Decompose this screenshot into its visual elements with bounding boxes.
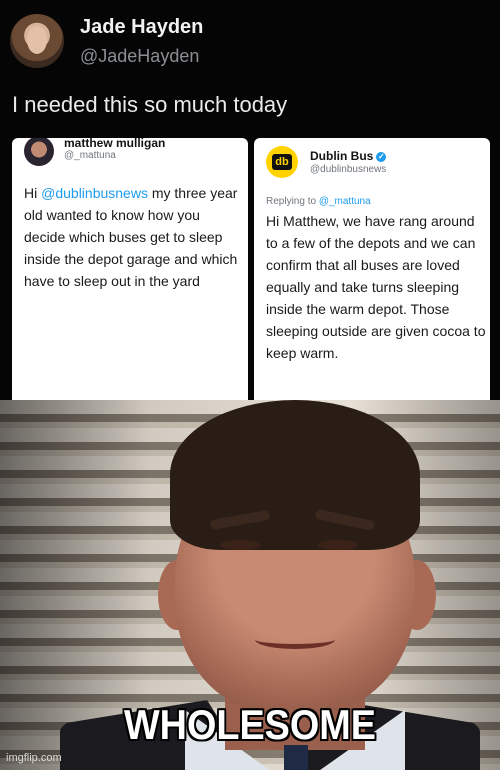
embedded-tweet-reply: db Dublin Bus ✓ @dublinbusnews Replying t… bbox=[254, 138, 490, 400]
eye bbox=[318, 540, 358, 550]
mention-link[interactable]: @_mattuna bbox=[319, 196, 371, 207]
display-name[interactable]: matthew mulligan bbox=[64, 138, 165, 150]
mouth bbox=[255, 630, 335, 649]
tweet-body: Hi Matthew, we have rang around to a few… bbox=[266, 213, 486, 361]
embedded-tweet-question: matthew mulligan @_mattuna Hi @dublinbus… bbox=[12, 138, 248, 400]
tweet-body: Hi @dublinbusnews my three year old want… bbox=[24, 182, 242, 292]
verified-badge-icon: ✓ bbox=[376, 152, 387, 162]
replying-to: Replying to @_mattuna bbox=[266, 196, 371, 207]
imgflip-watermark: imgflip.com bbox=[6, 752, 62, 764]
display-name-text: Dublin Bus bbox=[310, 149, 374, 163]
user-handle[interactable]: @dublinbusnews bbox=[310, 164, 386, 175]
display-name[interactable]: Dublin Bus ✓ bbox=[310, 149, 387, 163]
mention-link[interactable]: @dublinbusnews bbox=[41, 185, 148, 201]
tweet-text: I needed this so much today bbox=[12, 92, 288, 117]
avatar[interactable] bbox=[24, 138, 54, 166]
display-name[interactable]: Jade Hayden bbox=[80, 16, 203, 39]
dublin-bus-logo-icon: db bbox=[272, 154, 292, 170]
meme-caption: WHOLESOME bbox=[124, 701, 376, 748]
hair bbox=[170, 400, 420, 550]
replying-label: Replying to bbox=[266, 196, 319, 207]
avatar[interactable]: db bbox=[266, 146, 298, 178]
user-handle[interactable]: @_mattuna bbox=[64, 150, 116, 161]
eye bbox=[220, 540, 260, 550]
user-handle[interactable]: @JadeHayden bbox=[80, 46, 199, 67]
avatar[interactable] bbox=[10, 14, 64, 68]
body-prefix: Hi bbox=[24, 185, 42, 201]
